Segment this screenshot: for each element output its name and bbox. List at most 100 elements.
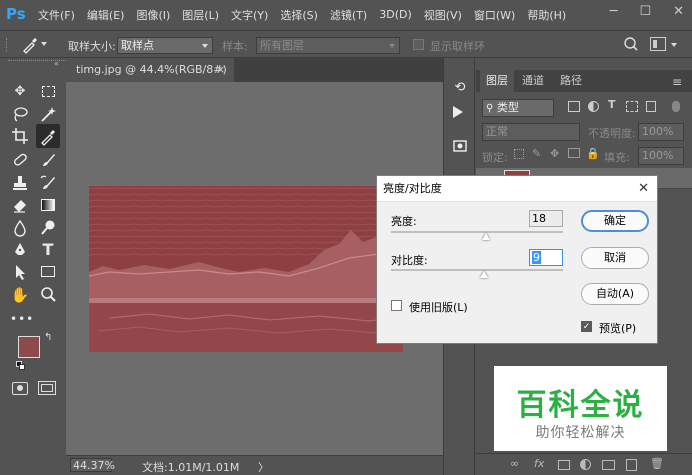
ok-button[interactable]: 确定	[581, 210, 649, 232]
menu-filter[interactable]: 滤镜(T)	[324, 7, 373, 23]
panel-menu-icon[interactable]: ≡	[672, 75, 682, 89]
delete-layer-icon[interactable]: 🗑	[650, 457, 664, 470]
menu-layer[interactable]: 图层(L)	[176, 7, 225, 23]
filter-smart-object-icon[interactable]	[646, 101, 656, 112]
menu-edit[interactable]: 编辑(E)	[81, 7, 131, 23]
tab-layers[interactable]: 图层	[480, 70, 514, 92]
blur-tool-icon[interactable]	[10, 218, 30, 238]
preview-checkbox[interactable]: ✓	[581, 321, 592, 332]
menu-window[interactable]: 窗口(W)	[468, 7, 521, 23]
zoom-tool-icon[interactable]	[38, 285, 58, 305]
quick-mask-icon[interactable]	[12, 382, 28, 395]
status-menu-arrow[interactable]: 〉	[258, 459, 269, 475]
menu-file[interactable]: 文件(F)	[32, 7, 81, 23]
menu-image[interactable]: 图像(I)	[130, 7, 176, 23]
collapse-icon[interactable]: «	[54, 59, 59, 68]
menu-view[interactable]: 视图(V)	[418, 7, 468, 23]
contrast-slider-thumb[interactable]	[480, 271, 488, 278]
type-tool-icon[interactable]: T	[38, 240, 58, 260]
healing-brush-tool-icon[interactable]	[10, 150, 30, 170]
workspace-icon[interactable]	[650, 37, 666, 51]
show-ring-checkbox[interactable]	[413, 39, 424, 50]
add-mask-icon[interactable]	[558, 460, 570, 470]
fill-value: 100%	[642, 149, 674, 162]
filter-toggle-icon[interactable]	[672, 101, 680, 112]
opacity-field[interactable]: 100%	[638, 123, 684, 141]
marquee-tool-icon[interactable]	[38, 82, 58, 102]
link-layers-icon[interactable]: ∞	[510, 457, 519, 470]
brush-tool-icon[interactable]	[38, 150, 58, 170]
search-icon[interactable]	[622, 36, 640, 54]
options-grip	[6, 38, 9, 52]
new-adjustment-icon[interactable]	[580, 459, 591, 470]
clone-stamp-tool-icon[interactable]	[10, 173, 30, 193]
filter-type-icon[interactable]: T	[608, 98, 616, 111]
new-layer-icon[interactable]	[626, 459, 637, 471]
menu-3d[interactable]: 3D(D)	[373, 8, 418, 21]
lock-pixels-icon[interactable]: ✎	[532, 147, 541, 160]
document-image[interactable]	[89, 186, 403, 352]
brightness-slider-track[interactable]	[391, 231, 563, 233]
filter-pixel-icon[interactable]	[568, 101, 580, 112]
legacy-checkbox[interactable]	[391, 300, 402, 311]
menu-type[interactable]: 文字(Y)	[225, 7, 274, 23]
rectangle-tool-icon[interactable]	[38, 262, 58, 282]
cancel-button[interactable]: 取消	[581, 247, 649, 269]
magic-wand-tool-icon[interactable]	[38, 104, 58, 124]
pen-tool-icon[interactable]	[10, 240, 30, 260]
close-tab-button[interactable]: ×	[216, 58, 225, 82]
fx-icon[interactable]: fx	[534, 457, 544, 470]
brightness-slider-thumb[interactable]	[482, 233, 490, 240]
gradient-tool-icon[interactable]	[38, 195, 58, 215]
landscape-image	[89, 186, 403, 352]
eraser-tool-icon[interactable]	[10, 195, 30, 215]
tab-paths[interactable]: 路径	[554, 70, 588, 92]
menu-select[interactable]: 选择(S)	[274, 7, 324, 23]
eyedropper-tool-icon[interactable]	[36, 124, 60, 148]
actions-play-icon[interactable]	[453, 106, 463, 118]
dialog-close-button[interactable]: ✕	[638, 176, 649, 202]
brightness-input[interactable]: 18	[529, 210, 563, 227]
history-brush-tool-icon[interactable]	[38, 173, 58, 193]
lock-artboard-icon[interactable]	[568, 148, 580, 158]
menu-help[interactable]: 帮助(H)	[521, 7, 572, 23]
history-panel-icon[interactable]: ⟲	[451, 80, 469, 98]
contrast-input[interactable]: 9	[529, 249, 563, 266]
sample-size-select[interactable]: 取样点	[117, 37, 213, 54]
maximize-button[interactable]: ☐	[639, 4, 651, 19]
lock-transparent-icon[interactable]	[514, 149, 524, 159]
filter-adjustment-icon[interactable]	[588, 101, 599, 112]
document-tab[interactable]: timg.jpg @ 44.4%(RGB/8#) * ×	[66, 58, 234, 100]
fill-field[interactable]: 100%	[638, 147, 684, 165]
swap-colors-icon[interactable]: ↰	[44, 332, 52, 343]
crop-tool-icon[interactable]	[10, 126, 30, 146]
path-selection-tool-icon[interactable]	[10, 262, 30, 282]
preset-dropdown-icon[interactable]	[41, 42, 47, 46]
filter-shape-icon[interactable]	[626, 101, 638, 112]
screen-mode-icon[interactable]	[38, 381, 56, 395]
default-colors-icon[interactable]	[16, 361, 25, 370]
chevron-down-icon	[389, 44, 395, 48]
auto-button[interactable]: 自动(A)	[581, 283, 649, 305]
blend-mode-select[interactable]: 正常	[482, 123, 580, 141]
move-tool-icon[interactable]: ✥	[10, 82, 30, 102]
close-window-button[interactable]: ✕	[673, 4, 684, 19]
new-group-icon[interactable]	[602, 460, 615, 470]
sample-select[interactable]: 所有图层	[256, 37, 400, 54]
hand-tool-icon[interactable]: ✋	[10, 285, 30, 305]
layer-filter-select[interactable]: ⚲ 类型	[482, 99, 554, 117]
lock-position-icon[interactable]: ✥	[550, 147, 559, 160]
contrast-slider-track[interactable]	[391, 269, 563, 271]
3d-panel-icon[interactable]	[452, 138, 468, 154]
tab-channels[interactable]: 通道	[516, 70, 550, 92]
lasso-tool-icon[interactable]	[10, 104, 30, 124]
eyedropper-preset-icon[interactable]	[20, 35, 40, 55]
minimize-button[interactable]: ─	[610, 4, 618, 19]
dodge-tool-icon[interactable]	[38, 218, 58, 238]
lock-all-icon[interactable]: 🔒	[586, 147, 600, 160]
foreground-color-swatch[interactable]	[18, 336, 40, 358]
dialog-title-bar: 亮度/对比度 ✕	[377, 176, 657, 202]
workspace-dropdown-icon[interactable]	[671, 43, 677, 47]
more-tools-icon[interactable]: •••	[10, 309, 33, 329]
zoom-field[interactable]: 44.37%	[70, 458, 115, 472]
